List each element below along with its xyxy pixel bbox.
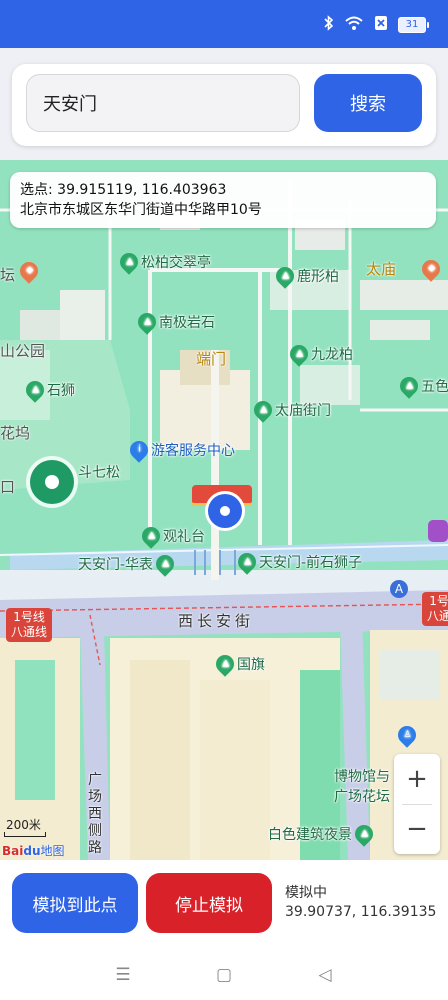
status-icons: 31 bbox=[324, 15, 429, 35]
tree-icon: ▲ bbox=[22, 377, 48, 403]
system-nav-bar: ☰ ▢ ◁ bbox=[0, 950, 448, 1000]
poi-qianshishizi[interactable]: ▲ 天安门-前石狮子 bbox=[234, 549, 362, 575]
tree-icon: ▲ bbox=[234, 549, 260, 575]
poi-restroom[interactable]: ♙ bbox=[394, 722, 420, 748]
street-label-guangchang: 广场西侧路 bbox=[88, 772, 102, 856]
tree-icon: ▲ bbox=[116, 249, 142, 275]
poi-taimiao-gate[interactable]: ▲ 太庙街门 bbox=[250, 397, 331, 423]
area-label-duanmen: 端门 bbox=[196, 350, 227, 368]
zoom-in-button[interactable]: + bbox=[394, 754, 440, 804]
poi-songbai[interactable]: ▲ 松柏交翠亭 bbox=[116, 249, 211, 275]
map-view[interactable]: 选点: 39.915119, 116.403963 北京市东城区东华门街道中华路… bbox=[0, 160, 448, 860]
temple-icon: ◆ bbox=[16, 258, 42, 284]
tree-icon: ▲ bbox=[351, 821, 377, 847]
zoom-control: + − bbox=[394, 754, 440, 854]
zoom-out-button[interactable]: − bbox=[394, 804, 440, 854]
area-label-kou: 口 bbox=[0, 478, 16, 496]
poi-museum[interactable]: 博物馆与 广场花坛 bbox=[334, 766, 390, 806]
tree-icon: ▲ bbox=[272, 263, 298, 289]
flag-icon: ▲ bbox=[212, 651, 238, 677]
map-scale-label: 200米 bbox=[6, 818, 41, 832]
tree-icon: ▲ bbox=[152, 551, 178, 577]
tree-icon: ▲ bbox=[134, 309, 160, 335]
poi-nanji[interactable]: ▲ 南极岩石 bbox=[134, 309, 215, 335]
poi-shishi[interactable]: ▲ 石狮 bbox=[22, 377, 75, 403]
search-button[interactable]: 搜索 bbox=[314, 74, 422, 132]
restroom-icon: ♙ bbox=[394, 722, 420, 748]
info-icon: i bbox=[126, 437, 152, 463]
stop-simulation-button[interactable]: 停止模拟 bbox=[146, 873, 272, 933]
metro-exit-badge: A bbox=[390, 580, 408, 598]
poi-white-building[interactable]: 白色建筑夜景 ▲ bbox=[268, 821, 377, 847]
area-label-huawu: 花坞 bbox=[0, 424, 31, 442]
simulation-status-label: 模拟中 bbox=[285, 885, 327, 901]
menu-icon[interactable]: ☰ bbox=[108, 960, 138, 990]
selected-address: 北京市东城区东华门街道中华路甲10号 bbox=[20, 202, 262, 218]
simulation-panel: 模拟到此点 停止模拟 模拟中 39.90737, 116.39135 bbox=[0, 860, 448, 950]
simulation-status: 模拟中 39.90737, 116.39135 bbox=[285, 884, 436, 922]
tree-icon: ▲ bbox=[250, 397, 276, 423]
selected-location-card: 选点: 39.915119, 116.403963 北京市东城区东华门街道中华路… bbox=[10, 172, 436, 228]
search-input[interactable] bbox=[26, 74, 300, 132]
simulation-status-coords: 39.90737, 116.39135 bbox=[285, 904, 437, 920]
status-bar: 31 bbox=[0, 0, 448, 48]
search-card: 搜索 bbox=[12, 64, 436, 146]
poi-luxingbai[interactable]: ▲ 鹿形柏 bbox=[272, 263, 339, 289]
poi-jiulong[interactable]: ▲ 九龙柏 bbox=[286, 341, 353, 367]
tree-icon: ▲ bbox=[286, 341, 312, 367]
poi-temple-right[interactable]: ◆ bbox=[418, 256, 444, 282]
tree-icon: ▲ bbox=[396, 373, 422, 399]
area-label-tan: 坛 bbox=[0, 266, 16, 284]
area-label-taimiao: 太庙 bbox=[366, 260, 397, 278]
tree-icon: ▲ bbox=[138, 523, 164, 549]
simulated-location-marker[interactable] bbox=[30, 460, 74, 504]
area-label-park: 山公园 bbox=[0, 342, 46, 360]
baidu-map-logo: Baidu地图 bbox=[2, 844, 65, 858]
metro-line-badge-right: 1号 八通 bbox=[422, 592, 448, 626]
poi-huabiao[interactable]: 天安门-华表 ▲ bbox=[78, 551, 178, 577]
poi-visitor-center[interactable]: i 游客服务中心 bbox=[126, 437, 235, 463]
poi-temple-left[interactable]: ◆ bbox=[16, 258, 42, 284]
poi-douqisong[interactable]: 斗七松 bbox=[78, 462, 120, 482]
poi-guanlitai[interactable]: ▲ 观礼台 bbox=[138, 523, 205, 549]
temple-icon: ◆ bbox=[418, 256, 444, 282]
bluetooth-icon bbox=[324, 15, 334, 35]
map-scale-bar bbox=[4, 832, 46, 837]
search-panel: 搜索 bbox=[0, 48, 448, 160]
selected-location-marker[interactable] bbox=[208, 494, 242, 528]
battery-icon: 31 bbox=[398, 17, 429, 33]
selected-coords: 选点: 39.915119, 116.403963 bbox=[20, 182, 227, 198]
sim-icon bbox=[374, 15, 388, 35]
back-icon[interactable]: ◁ bbox=[310, 960, 340, 990]
home-icon[interactable]: ▢ bbox=[209, 960, 239, 990]
poi-guoqi[interactable]: ▲ 国旗 bbox=[212, 651, 265, 677]
street-label-changan: 西长安街 bbox=[178, 612, 255, 630]
shopping-icon bbox=[428, 520, 448, 542]
poi-wuse[interactable]: ▲ 五色 bbox=[396, 373, 448, 399]
zoom-divider bbox=[402, 804, 432, 805]
simulate-to-point-button[interactable]: 模拟到此点 bbox=[12, 873, 138, 933]
metro-line-badge-left: 1号线 八通线 bbox=[6, 608, 53, 642]
wifi-icon bbox=[344, 15, 364, 35]
